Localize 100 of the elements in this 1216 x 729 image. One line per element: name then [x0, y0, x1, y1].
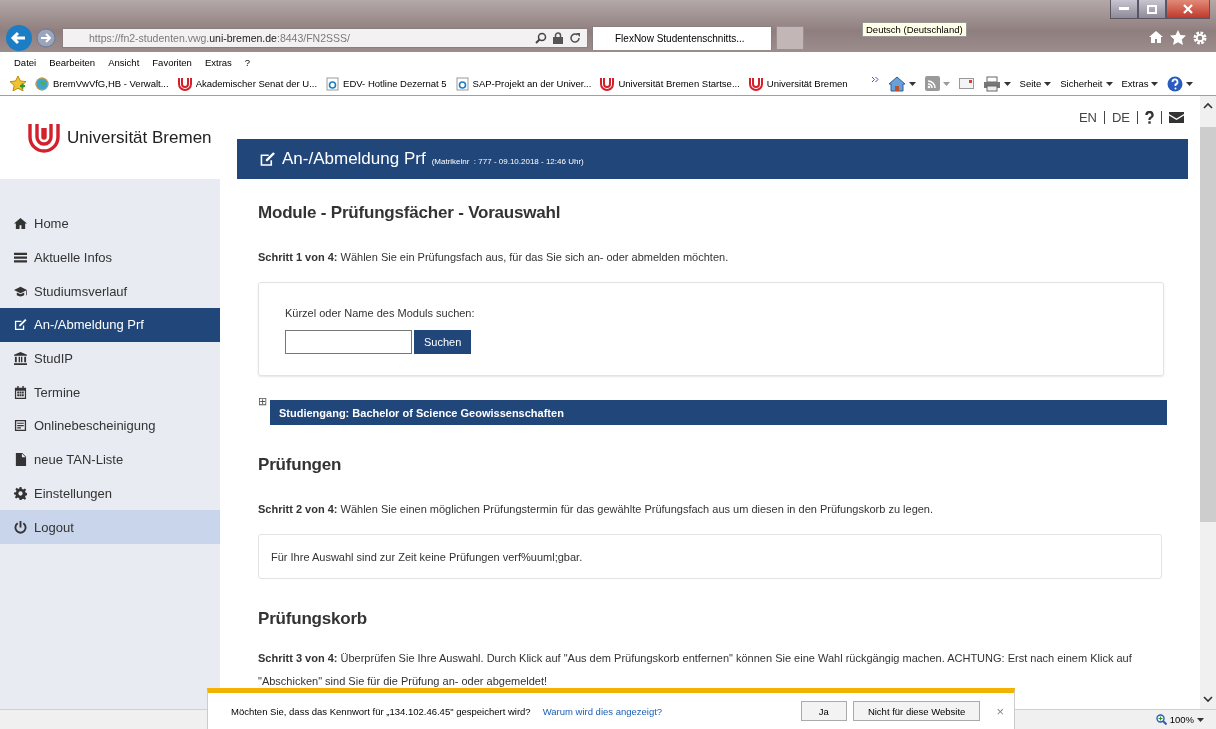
- edit-icon: [14, 318, 27, 332]
- document-icon: [14, 419, 27, 433]
- search-field[interactable]: [285, 330, 412, 354]
- empty-message: Für Ihre Auswahl sind zur Zeit keine Prüfungen verf%uuml;gbar.: [271, 550, 583, 563]
- nav-item[interactable]: An-/Abmeldung Prf: [0, 308, 220, 342]
- language-link[interactable]: EN: [1078, 110, 1097, 125]
- logo-icon: [748, 76, 763, 91]
- step-instruction: Schritt 1 von 4: Wählen Sie ein Prüfungsfach aus, für das Sie sich an- oder abmelden möchten.: [258, 250, 730, 265]
- settings-icon[interactable]: [1192, 30, 1208, 46]
- why-link[interactable]: Warum wird dies angezeigt?: [542, 705, 663, 717]
- home-icon[interactable]: [887, 75, 906, 92]
- nav-item[interactable]: StudIP: [0, 341, 220, 376]
- favorite-link[interactable]: EDV- Hotline Dezernat 5: [326, 76, 447, 91]
- logo-icon: [177, 76, 192, 91]
- star-icon[interactable]: [1170, 30, 1186, 45]
- notification-text: Möchten Sie, dass das Kennwort für „134.102.46.45" gespeichert wird?: [231, 705, 531, 717]
- page-title: An-/Abmeldung Prf: [282, 149, 426, 169]
- browser-tab[interactable]: FlexNow Studentenschnitts...: [592, 26, 772, 50]
- scrollbar[interactable]: [1200, 96, 1216, 709]
- forward-button[interactable]: [36, 28, 56, 48]
- feed-icon[interactable]: [924, 76, 940, 91]
- search-button[interactable]: Suchen: [414, 330, 472, 354]
- toolbar-menu[interactable]: Sicherheit: [1060, 78, 1113, 89]
- tooltip: Deutsch (Deutschland): [862, 22, 967, 37]
- caret-icon[interactable]: [1197, 717, 1204, 722]
- graduation-cap-icon: [14, 284, 27, 298]
- restore-button[interactable]: [1138, 0, 1166, 19]
- menu-item[interactable]: Bearbeiten: [49, 56, 96, 68]
- menu-item[interactable]: Ansicht: [108, 56, 140, 68]
- caret-icon[interactable]: [1186, 81, 1194, 86]
- close-icon: [1183, 4, 1193, 14]
- notification-button[interactable]: Nicht für diese Website: [852, 701, 981, 721]
- list-icon: [14, 251, 27, 265]
- close-notification-button[interactable]: ×: [996, 703, 1004, 719]
- scroll-down-icon[interactable]: [1203, 696, 1213, 703]
- chevron-icon[interactable]: [870, 76, 879, 83]
- nav-item[interactable]: Onlinebescheinigung: [0, 409, 220, 443]
- caret-icon[interactable]: [908, 81, 916, 86]
- section-heading: Prüfungen: [258, 455, 343, 475]
- notification-button[interactable]: Ja: [800, 701, 847, 721]
- calendar-icon: [14, 385, 27, 399]
- close-button[interactable]: [1166, 0, 1210, 19]
- nav-item[interactable]: Home: [0, 207, 220, 241]
- refresh-icon[interactable]: [569, 32, 581, 44]
- caret-icon: [1151, 81, 1159, 86]
- globe-icon: [35, 76, 49, 91]
- nav-item[interactable]: neue TAN-Liste: [0, 442, 220, 477]
- edit-icon: [259, 151, 276, 167]
- help-icon[interactable]: [1145, 111, 1154, 124]
- home-icon: [14, 217, 27, 231]
- address-field[interactable]: https://fn2-studenten.vwg.uni-bremen.de:8443/FN2SSS/: [62, 28, 588, 48]
- search-label: Kürzel oder Name des Moduls suchen:: [285, 307, 476, 319]
- search-icon[interactable]: [535, 32, 547, 44]
- zoom-level[interactable]: 100%: [1169, 714, 1194, 725]
- menu-item[interactable]: ?: [244, 56, 251, 68]
- printer-icon[interactable]: [982, 75, 1001, 92]
- favorite-link[interactable]: BremVwVfG,HB - Verwalt...: [35, 76, 169, 91]
- minimize-icon: [1119, 7, 1129, 11]
- study-program-bar[interactable]: Studiengang: Bachelor of Science Geowissenschaften: [270, 400, 1167, 425]
- bank-icon: [14, 352, 27, 366]
- lock-icon: [553, 32, 563, 44]
- toolbar-menu[interactable]: Seite: [1019, 78, 1052, 89]
- web-page-icon: [326, 76, 340, 91]
- settings-icon: [14, 486, 27, 500]
- favorite-link[interactable]: SAP-Projekt an der Univer...: [455, 76, 592, 91]
- step-instruction: Schritt 2 von 4: Wählen Sie einen möglichen Prüfungstermin für das gewählte Prüfungsfach aus um diesen in den Prüfungskorb zu legen.: [258, 502, 935, 517]
- section-heading: Module - Prüfungsfächer - Vorauswahl: [258, 203, 562, 223]
- nav-item[interactable]: Aktuelle Infos: [0, 240, 220, 275]
- favorites-star-icon[interactable]: [10, 76, 26, 91]
- caret-icon[interactable]: [1003, 81, 1011, 86]
- language-link[interactable]: DE: [1111, 110, 1130, 125]
- help-icon[interactable]: [1167, 75, 1184, 92]
- favorite-link[interactable]: Universität Bremen: [748, 76, 848, 91]
- favorite-link[interactable]: Akademischer Senat der U...: [177, 76, 318, 91]
- expand-toggle[interactable]: ⊞: [258, 396, 267, 407]
- nav-item[interactable]: Einstellungen: [0, 476, 220, 511]
- caret-icon: [1044, 81, 1052, 86]
- menu-item[interactable]: Favoriten: [152, 56, 192, 68]
- menu-item[interactable]: Datei: [14, 56, 37, 68]
- scroll-up-icon[interactable]: [1203, 102, 1213, 109]
- page-subtitle: (Matrikelnr : 777 - 09.10.2018 - 12:46 Uhr): [431, 157, 584, 166]
- menu-item[interactable]: Extras: [204, 56, 232, 68]
- toolbar-menu[interactable]: Extras: [1121, 78, 1159, 89]
- university-name: Universität Bremen: [67, 127, 212, 148]
- power-icon: [14, 520, 27, 534]
- section-heading: Prüfungskorb: [258, 609, 369, 629]
- nav-item[interactable]: Logout: [0, 510, 220, 544]
- restore-icon: [1147, 4, 1157, 14]
- mail-icon[interactable]: [1169, 112, 1184, 123]
- nav-item[interactable]: Termine: [0, 375, 220, 410]
- logo-icon: [27, 121, 61, 154]
- zoom-icon[interactable]: [1155, 714, 1167, 725]
- logo-icon: [600, 76, 615, 91]
- file-icon: [14, 453, 27, 467]
- favorite-link[interactable]: Universität Bremen Startse...: [600, 76, 740, 91]
- minimize-button[interactable]: [1110, 0, 1138, 19]
- back-button[interactable]: [6, 25, 32, 51]
- home-icon[interactable]: [1148, 30, 1164, 44]
- nav-item[interactable]: Studiumsverlauf: [0, 274, 220, 309]
- web-page-icon: [455, 76, 469, 91]
